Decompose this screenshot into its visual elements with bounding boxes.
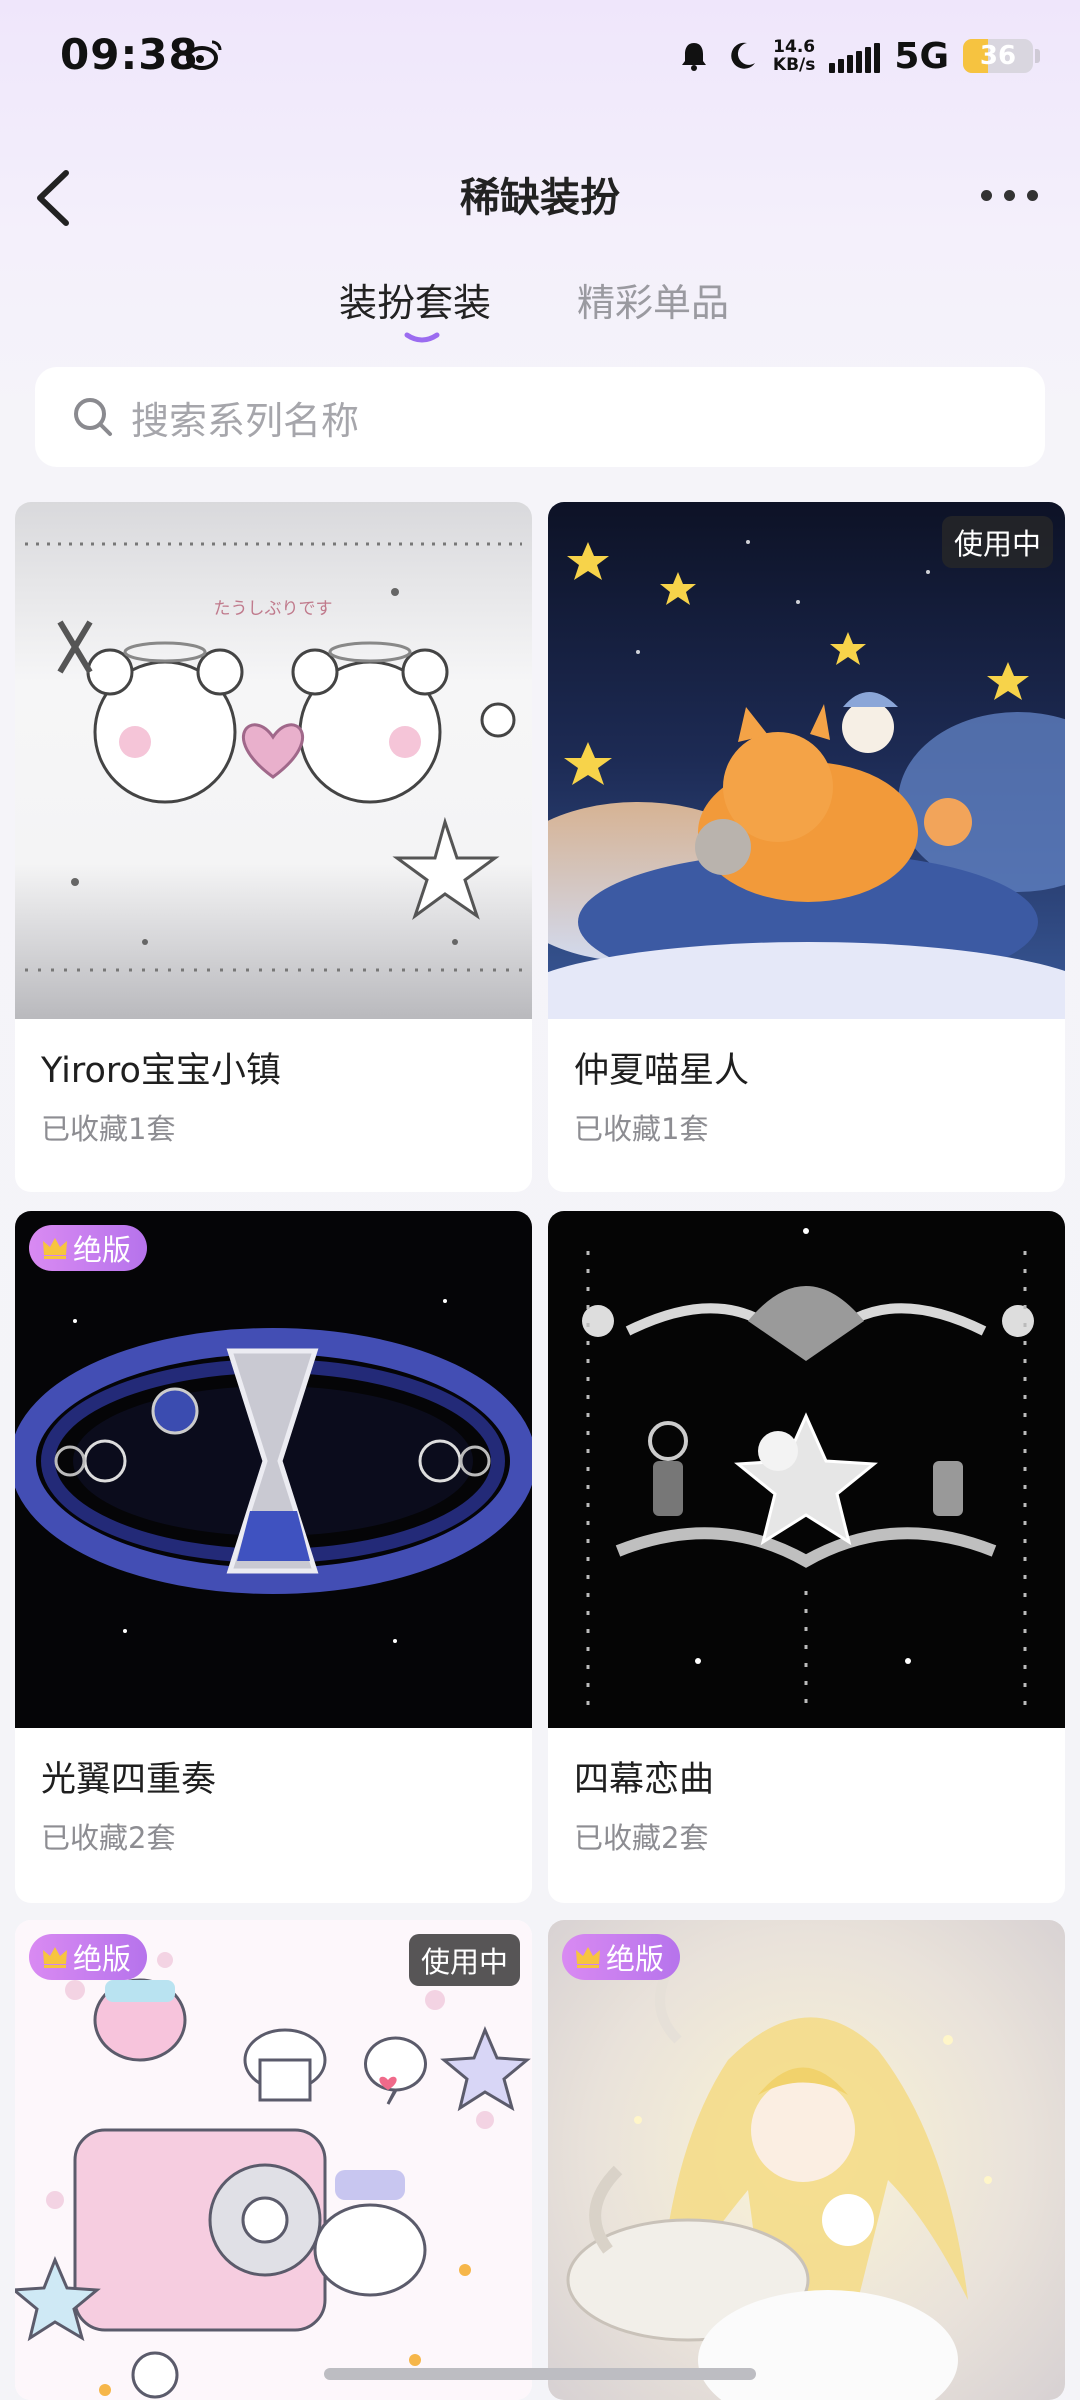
limited-badge: 绝版 — [29, 1225, 148, 1271]
tab-bar: 装扮套装 精彩单品 — [0, 272, 1080, 352]
tab-indicator — [404, 332, 440, 343]
artwork-caption: たうしぶりです — [214, 599, 333, 619]
battery-percent: 36 — [979, 41, 1017, 71]
search-placeholder: 搜索系列名称 — [131, 398, 360, 443]
net-speed-value: 14.6 — [773, 37, 816, 57]
item-collected-count: 已收藏2套 — [41, 1821, 176, 1855]
item-artwork — [15, 1211, 532, 1728]
search-icon — [74, 398, 112, 436]
item-card[interactable]: 四幕恋曲 已收藏2套 — [548, 1211, 1065, 1903]
net-speed: 14.6 KB/s — [773, 38, 815, 74]
signal-icon — [829, 39, 881, 73]
item-collected-count: 已收藏1套 — [574, 1112, 709, 1146]
limited-badge-label: 绝版 — [73, 1233, 132, 1267]
tab-outfit-sets[interactable]: 装扮套装 — [339, 272, 491, 327]
crown-icon — [43, 1947, 67, 1968]
item-artwork — [548, 502, 1065, 1019]
in-use-badge: 使用中 — [941, 516, 1053, 568]
item-collected-count: 已收藏1套 — [41, 1112, 176, 1146]
search-input[interactable]: 搜索系列名称 — [35, 367, 1045, 467]
item-artwork: たうしぶりです — [15, 502, 532, 1019]
in-use-badge: 使用中 — [408, 1934, 520, 1986]
item-card[interactable]: 绝版 — [548, 1920, 1065, 2400]
item-artwork — [548, 1920, 1065, 2400]
limited-badge-label: 绝版 — [73, 1942, 132, 1976]
tab-single-items[interactable]: 精彩单品 — [577, 272, 729, 327]
crown-icon — [43, 1238, 67, 1259]
net-speed-unit: KB/s — [772, 55, 816, 75]
status-time: 09:38 — [60, 30, 199, 79]
home-indicator[interactable] — [324, 2368, 756, 2380]
item-artwork — [15, 1920, 532, 2400]
more-icon[interactable] — [981, 190, 1038, 201]
limited-badge: 绝版 — [29, 1934, 148, 1980]
crown-icon — [576, 1947, 600, 1968]
limited-badge: 绝版 — [562, 1934, 681, 1980]
item-name: 四幕恋曲 — [574, 1760, 715, 1800]
item-name: 仲夏喵星人 — [574, 1051, 750, 1091]
item-card[interactable]: 绝版 光翼四重奏 已收藏2套 — [15, 1211, 532, 1903]
item-card[interactable]: 绝版 使用中 — [15, 1920, 532, 2400]
page-title: 稀缺装扮 — [460, 175, 620, 221]
item-name: Yiroro宝宝小镇 — [41, 1051, 281, 1091]
item-card[interactable]: たうしぶりです Yiroro宝宝小镇 已收藏1套 — [15, 502, 532, 1192]
status-bar: 09:38 14.6 KB/s 5G 36 — [0, 0, 1080, 115]
item-collected-count: 已收藏2套 — [574, 1821, 709, 1855]
network-type: 5G — [894, 35, 949, 77]
moon-icon — [731, 42, 755, 69]
limited-badge-label: 绝版 — [606, 1942, 665, 1976]
battery-indicator: 36 — [963, 39, 1033, 73]
bell-icon — [681, 43, 706, 71]
item-artwork — [548, 1211, 1065, 1728]
item-name: 光翼四重奏 — [41, 1760, 217, 1800]
weibo-icon — [186, 40, 222, 70]
item-card[interactable]: 使用中 仲夏喵星人 已收藏1套 — [548, 502, 1065, 1192]
